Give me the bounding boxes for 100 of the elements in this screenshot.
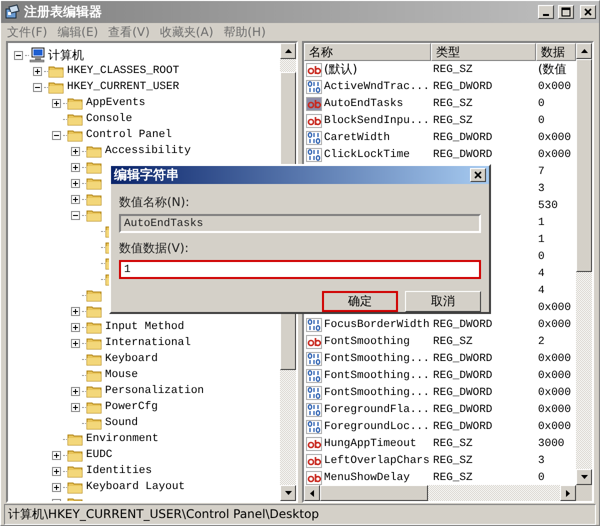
- collapse-icon[interactable]: [71, 210, 80, 220]
- value-name[interactable]: FocusBorderWidth: [324, 318, 430, 330]
- value-type: REG_DWORD: [433, 80, 492, 92]
- tree-item[interactable]: Console: [86, 113, 132, 125]
- value-name[interactable]: ForegroundLoc...: [324, 420, 430, 432]
- expand-icon[interactable]: [71, 306, 80, 316]
- close-button[interactable]: [580, 5, 596, 19]
- value-name[interactable]: FontSmoothing: [324, 336, 410, 348]
- value-data: 4: [538, 284, 545, 296]
- field-label: 数值名称(N):: [119, 194, 190, 211]
- scrollbar-thumb[interactable]: [320, 485, 428, 501]
- scrollbar-thumb[interactable]: [576, 59, 592, 272]
- scroll-up-button[interactable]: [280, 43, 296, 59]
- value-data: 1: [538, 216, 545, 228]
- tree-item[interactable]: HKEY_CURRENT_USER: [67, 81, 180, 93]
- maximize-button[interactable]: [558, 5, 574, 19]
- tree-item[interactable]: Input Method: [105, 321, 184, 333]
- value-data: 0: [538, 114, 545, 126]
- scroll-right-button[interactable]: [560, 485, 576, 501]
- scroll-down-button[interactable]: [280, 485, 296, 501]
- expand-icon[interactable]: [71, 146, 80, 156]
- collapse-icon[interactable]: [52, 130, 61, 140]
- dialog-title: 编辑字符串: [114, 166, 180, 184]
- expand-icon[interactable]: [52, 98, 61, 108]
- expand-icon[interactable]: [71, 322, 80, 332]
- expand-icon[interactable]: [52, 482, 61, 492]
- tree-item[interactable]: PowerCfg: [105, 401, 158, 413]
- tree-item[interactable]: Identities: [86, 465, 152, 477]
- scrollbar-corner: [576, 485, 592, 501]
- tree-item[interactable]: Personalization: [105, 385, 204, 397]
- expand-icon[interactable]: [71, 386, 80, 396]
- dialog-button[interactable]: 确定: [322, 291, 398, 312]
- collapse-icon[interactable]: [14, 50, 23, 60]
- window-title: 注册表编辑器: [24, 4, 103, 21]
- expand-icon[interactable]: [71, 194, 80, 204]
- minimize-button[interactable]: [538, 5, 554, 19]
- tree-item[interactable]: Mouse: [105, 369, 138, 381]
- tree-item[interactable]: EUDC: [86, 449, 112, 461]
- value-name[interactable]: FontSmoothing...: [324, 386, 430, 398]
- value-name[interactable]: (默认): [324, 61, 358, 78]
- close-icon: [473, 170, 483, 180]
- value-name[interactable]: MenuShowDelay: [324, 472, 410, 484]
- scroll-down-button[interactable]: [576, 469, 592, 485]
- value-data: 0x000: [538, 302, 572, 314]
- value-type: REG_SZ: [433, 114, 473, 126]
- tree-item[interactable]: International: [105, 337, 191, 349]
- value-type: REG_DWORD: [433, 148, 492, 160]
- scroll-left-button[interactable]: [304, 485, 320, 501]
- value-name[interactable]: FontSmoothing...: [324, 370, 430, 382]
- value-data: 0x000: [538, 386, 572, 398]
- value-data-field[interactable]: 1: [119, 260, 481, 279]
- tree-item[interactable]: HKEY_CLASSES_ROOT: [67, 65, 180, 77]
- value-data: 530: [538, 200, 558, 212]
- registry-app-icon: [4, 4, 20, 20]
- value-data: 0x000: [538, 370, 572, 382]
- expand-icon[interactable]: [52, 450, 61, 460]
- value-name[interactable]: BlockSendInpu...: [324, 114, 430, 126]
- value-data: 2: [538, 336, 545, 348]
- value-type: REG_SZ: [433, 472, 473, 484]
- tree-item[interactable]: Sound: [105, 417, 138, 429]
- column-header[interactable]: 名称: [304, 43, 431, 61]
- value-name[interactable]: ForegroundFla...: [324, 404, 430, 416]
- expand-icon[interactable]: [71, 338, 80, 348]
- expand-icon[interactable]: [71, 402, 80, 412]
- tree-item[interactable]: Environment: [86, 433, 159, 445]
- value-name[interactable]: CaretWidth: [324, 132, 390, 144]
- tree-item[interactable]: Keyboard Layout: [86, 481, 186, 493]
- right-arrow-icon: [566, 490, 570, 496]
- tree-item[interactable]: AppEvents: [86, 97, 146, 109]
- value-type: REG_DWORD: [433, 352, 492, 364]
- tree-item[interactable]: Control Panel: [86, 129, 172, 141]
- value-data: 0x000: [538, 404, 572, 416]
- column-header[interactable]: 数据: [536, 43, 576, 61]
- expand-icon[interactable]: [71, 162, 80, 172]
- expand-icon[interactable]: [33, 66, 42, 76]
- value-type: REG_SZ: [433, 98, 473, 110]
- value-name[interactable]: HungAppTimeout: [324, 438, 416, 450]
- tree-item[interactable]: Accessibility: [105, 145, 191, 157]
- value-type: REG_DWORD: [433, 370, 492, 382]
- value-name[interactable]: ClickLockTime: [324, 148, 410, 160]
- expand-icon[interactable]: [52, 466, 61, 476]
- value-data: 0x000: [538, 352, 572, 364]
- value-data: 0: [538, 250, 545, 262]
- value-data: 3: [538, 454, 545, 466]
- collapse-icon[interactable]: [33, 82, 42, 92]
- up-arrow-icon: [284, 49, 292, 53]
- expand-icon[interactable]: [71, 178, 80, 188]
- status-bar: 计算机\HKEY_CURRENT_USER\Control Panel\Desktop: [4, 504, 596, 524]
- value-name[interactable]: ActiveWndTrac...: [324, 80, 430, 92]
- scroll-up-button[interactable]: [576, 43, 592, 59]
- value-name[interactable]: FontSmoothing...: [324, 352, 430, 364]
- value-name[interactable]: LeftOverlapChars: [324, 454, 430, 466]
- dialog-button[interactable]: 取消: [405, 291, 481, 312]
- value-name[interactable]: AutoEndTasks: [324, 98, 404, 110]
- tree-item[interactable]: 计算机: [48, 46, 84, 64]
- tree-item[interactable]: Keyboard: [105, 353, 158, 365]
- maximize-icon: [561, 7, 571, 17]
- close-button[interactable]: [470, 168, 486, 182]
- left-arrow-icon: [310, 490, 314, 496]
- column-header[interactable]: 类型: [431, 43, 536, 61]
